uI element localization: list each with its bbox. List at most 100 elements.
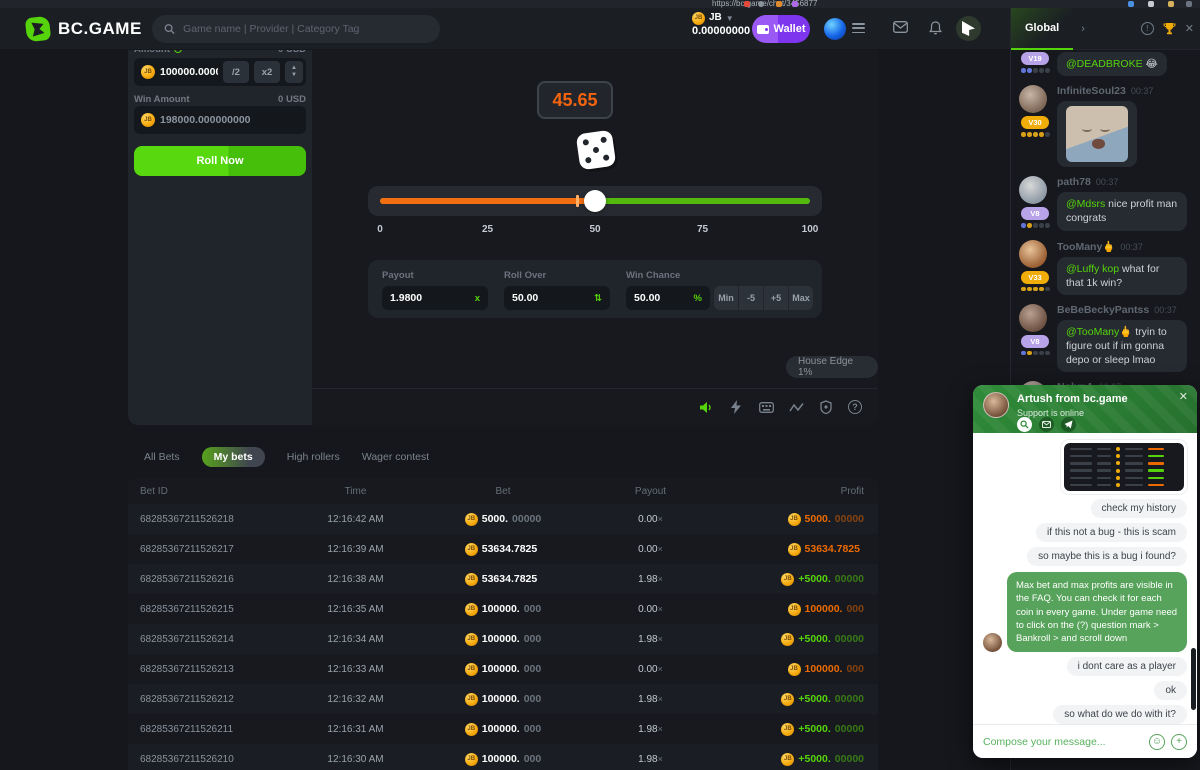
chevron-right-icon[interactable]: ›	[1081, 23, 1085, 35]
avatar[interactable]	[1019, 304, 1047, 332]
support-agent-avatar	[983, 392, 1009, 418]
support-close-icon[interactable]: ✕	[1179, 390, 1188, 403]
wallet-label: Wallet	[774, 23, 806, 35]
payout-input[interactable]: 1.9800 x	[382, 286, 488, 310]
user-avatar[interactable]	[824, 18, 846, 40]
app-shortcut-avatar[interactable]	[956, 16, 981, 41]
win-chance-value[interactable]: 50.00	[634, 292, 660, 304]
avatar[interactable]	[1019, 85, 1047, 113]
amount-value[interactable]: 100000.00000000	[160, 66, 218, 78]
max-button[interactable]: Max	[789, 286, 813, 310]
address-bar[interactable]: https://bc.game/chat/3456877	[712, 0, 817, 8]
turbo-bolt-icon[interactable]	[728, 399, 744, 415]
table-row[interactable]: 68285367211526214 12:16:34 AM JB100000.0…	[128, 624, 878, 654]
search-history-icon[interactable]	[1017, 417, 1032, 432]
currency-selector[interactable]: JB JB ▼ 0.00000000	[692, 12, 750, 39]
minus5-button[interactable]: -5	[739, 286, 763, 310]
mail-icon[interactable]	[893, 21, 908, 33]
table-row[interactable]: 68285367211526211 12:16:31 AM JB100000.0…	[128, 714, 878, 744]
bcgame-logo-icon	[25, 15, 51, 41]
roll-over-value[interactable]: 50.00	[512, 292, 538, 304]
table-row[interactable]: 68285367211526216 12:16:38 AM JB53634.78…	[128, 564, 878, 594]
jb-coin-icon: JB	[465, 663, 478, 676]
jb-coin-icon: JB	[788, 663, 801, 676]
attach-plus-icon[interactable]: +	[1171, 734, 1187, 750]
amount-input[interactable]: JB 100000.00000000 /2 x2 ▲▼	[134, 58, 306, 86]
fairness-seed-icon[interactable]	[818, 399, 834, 415]
browser-menu-icon[interactable]	[1186, 1, 1192, 7]
roll-over-label: Roll Over	[504, 270, 546, 281]
win-amount-row: Win Amount 0 USD	[134, 94, 306, 105]
username[interactable]: BeBeBeckyPantss00:37	[1057, 304, 1192, 316]
attached-screenshot[interactable]	[1061, 440, 1187, 494]
jb-coin-icon: JB	[465, 573, 478, 586]
browser-icon[interactable]	[1148, 1, 1154, 7]
table-row[interactable]: 68285367211526217 12:16:39 AM JB53634.78…	[128, 534, 878, 564]
medals	[1021, 287, 1050, 292]
bet-history-screenshot	[1064, 443, 1184, 491]
payout-unit: x	[475, 293, 480, 304]
emoji-picker-icon[interactable]: ☺	[1149, 734, 1165, 750]
extension-icon[interactable]	[776, 1, 782, 7]
extension-icon[interactable]	[744, 1, 750, 7]
table-row[interactable]: 68285367211526215 12:16:35 AM JB100000.0…	[128, 594, 878, 624]
search-input[interactable]	[183, 23, 428, 35]
account-menu-icon[interactable]	[852, 23, 865, 33]
chat-close-icon[interactable]: ✕	[1185, 22, 1194, 35]
avatar[interactable]	[1019, 240, 1047, 268]
bcgame-logo[interactable]: BC.GAME	[26, 17, 142, 41]
level-badge: V30	[1021, 116, 1049, 129]
help-icon[interactable]: ?	[848, 400, 862, 414]
tab-my-bets[interactable]: My bets	[202, 447, 265, 467]
trophy-icon[interactable]	[1163, 22, 1176, 35]
volume-icon[interactable]	[698, 399, 714, 415]
plus5-button[interactable]: +5	[764, 286, 788, 310]
slider-track[interactable]	[380, 198, 810, 204]
telegram-icon[interactable]	[1061, 417, 1076, 432]
double-bet-button[interactable]: x2	[254, 61, 280, 83]
table-row[interactable]: 68285367211526218 12:16:42 AM JB5000.000…	[128, 504, 878, 534]
username[interactable]: InfiniteSoul2300:37	[1057, 85, 1192, 97]
jb-coin-icon: JB	[465, 753, 478, 766]
user-message-bubble: ok	[1154, 681, 1187, 700]
chat-tab-global[interactable]: Global	[1011, 8, 1073, 50]
chat-rules-icon[interactable]: !	[1141, 22, 1154, 35]
chat-image-bubble[interactable]	[1057, 101, 1137, 167]
table-row[interactable]: 68285367211526210 12:16:30 AM JB100000.0…	[128, 744, 878, 770]
win-chance-input[interactable]: 50.00 %	[626, 286, 710, 310]
avatar[interactable]	[1019, 176, 1047, 204]
jb-coin-icon: JB	[465, 723, 478, 736]
wallet-button[interactable]: Wallet	[752, 15, 810, 43]
table-row[interactable]: 68285367211526213 12:16:33 AM JB100000.0…	[128, 654, 878, 684]
swap-icon[interactable]: ⇅	[594, 293, 602, 304]
win-amount-usd: 0 USD	[278, 94, 306, 105]
payout-value[interactable]: 1.9800	[390, 292, 422, 304]
scrollbar[interactable]	[1191, 648, 1196, 710]
table-row[interactable]: 68285367211526212 12:16:32 AM JB100000.0…	[128, 684, 878, 714]
amount-stepper[interactable]: ▲▼	[285, 61, 303, 83]
half-bet-button[interactable]: /2	[223, 61, 249, 83]
tab-high-rollers[interactable]: High rollers	[287, 451, 340, 463]
browser-icon[interactable]	[1168, 1, 1174, 7]
notifications-bell-icon[interactable]	[929, 21, 942, 35]
extension-icon[interactable]	[758, 1, 764, 7]
tab-wager-contest[interactable]: Wager contest	[362, 451, 429, 463]
roll-now-button[interactable]: Roll Now	[134, 146, 306, 176]
app-header: BC.GAME JB JB ▼ 0.00000000 Wallet	[0, 8, 1010, 50]
compose-input[interactable]	[983, 736, 1143, 748]
game-search[interactable]	[152, 15, 440, 43]
hotkeys-icon[interactable]	[758, 399, 774, 415]
min-button[interactable]: Min	[714, 286, 738, 310]
tab-all-bets[interactable]: All Bets	[144, 451, 180, 463]
roll-result-box: 45.65	[537, 81, 613, 119]
username[interactable]: TooMany🖕00:37	[1057, 240, 1192, 253]
email-icon[interactable]	[1039, 417, 1054, 432]
browser-icon[interactable]	[1128, 1, 1134, 7]
jb-coin-icon: JB	[781, 693, 794, 706]
slider-handle[interactable]	[584, 190, 606, 212]
extension-icon[interactable]	[792, 1, 798, 7]
roll-over-input[interactable]: 50.00 ⇅	[504, 286, 610, 310]
live-stats-icon[interactable]	[788, 399, 804, 415]
username[interactable]: path7800:37	[1057, 176, 1192, 188]
roll-slider[interactable]	[368, 186, 822, 216]
